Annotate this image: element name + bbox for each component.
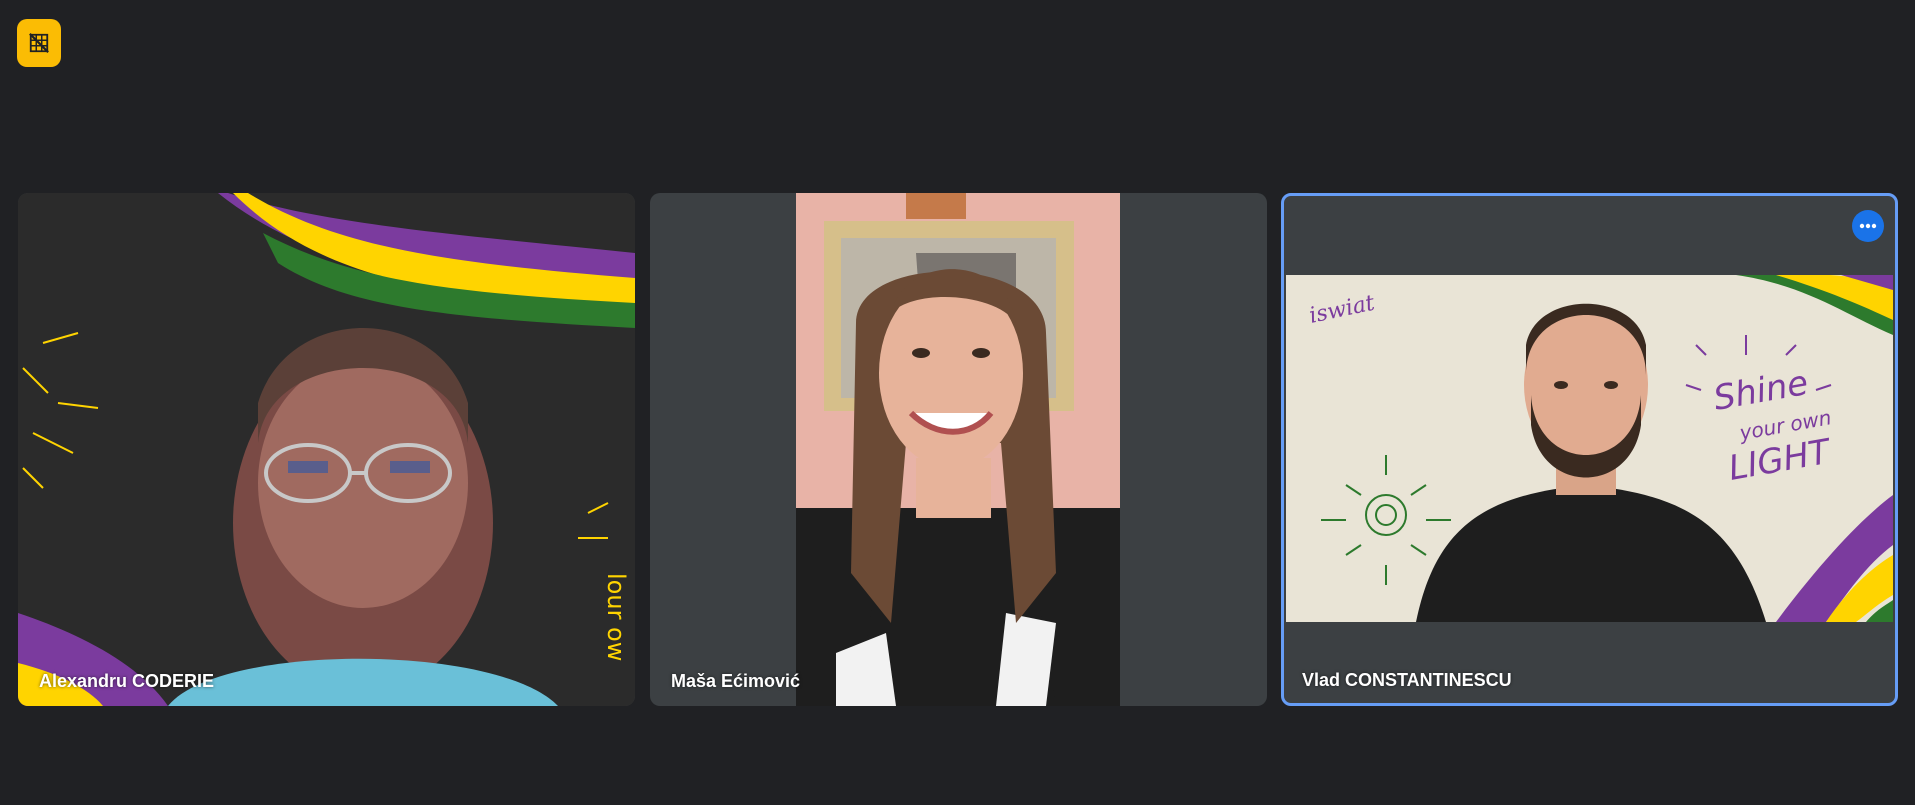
video-feed: iswiat Shine your own LIGHT [1286,275,1893,622]
participant-name: Maša Ećimović [671,671,801,691]
background-doodle-text: lour ow [602,573,630,661]
participant-name: Vlad CONSTANTINESCU [1302,670,1512,690]
meeting-grid: lour ow Alexandru CODERIE Maša Ećimović … [0,0,1915,805]
video-feed [796,193,1120,706]
participant-tile[interactable]: Maša Ećimović [650,193,1267,706]
participant-name: Alexandru CODERIE [39,671,215,691]
more-options-button[interactable] [1852,210,1884,242]
layout-toggle-button[interactable] [17,19,61,67]
participant-tile-pinned[interactable]: iswiat Shine your own LIGHT Vlad CONSTAN… [1281,193,1898,706]
video-feed: lour ow [18,193,635,706]
more-horiz-icon [1859,223,1877,229]
participant-tile[interactable]: lour ow Alexandru CODERIE [18,193,635,706]
grid-off-icon [29,33,49,53]
